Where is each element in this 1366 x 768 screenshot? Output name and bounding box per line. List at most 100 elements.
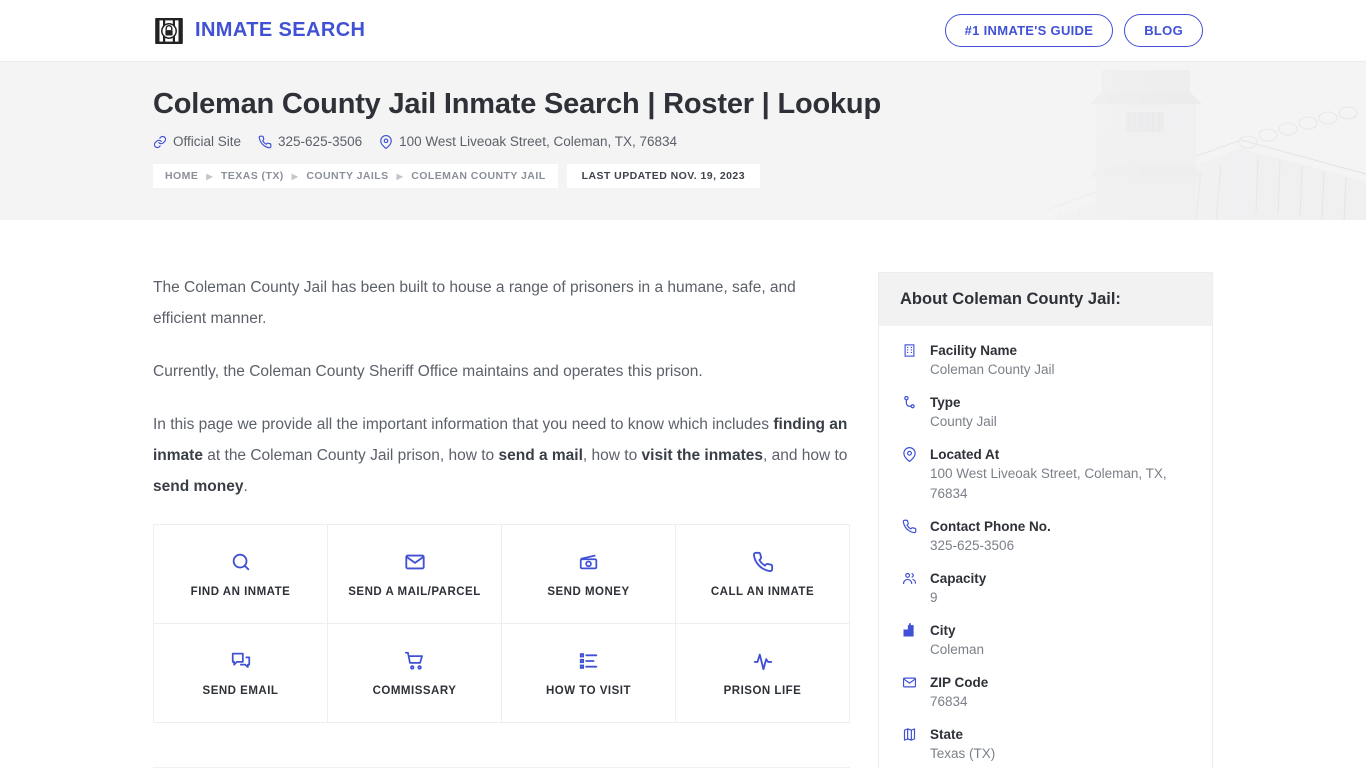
tile-label: SEND EMAIL [202, 684, 279, 697]
pulse-icon [752, 650, 774, 672]
item-label: Capacity [930, 571, 987, 586]
tile-label: HOW TO VISIT [545, 684, 631, 697]
about-facility-card: About Coleman County Jail: Facility Name… [878, 272, 1213, 768]
location-pin-icon [379, 134, 393, 149]
item-label: Facility Name [930, 343, 1018, 358]
item-label: Located At [930, 447, 1000, 462]
chevron-right-icon: ▶ [396, 171, 404, 181]
cart-icon [404, 650, 426, 672]
list-icon [578, 650, 600, 672]
paragraph-text: at the Coleman County Jail prison, how t… [202, 447, 499, 464]
blog-button[interactable]: BLOG [1124, 14, 1203, 47]
breadcrumb-item-coleman-county-jail[interactable]: COLEMAN COUNTY JAIL [411, 170, 545, 182]
city-icon [900, 621, 918, 638]
city-item: City Coleman [900, 621, 1191, 660]
send-a-mail-parcel-tile[interactable]: SEND A MAIL/PARCEL [328, 525, 502, 624]
breadcrumb-item-home[interactable]: HOME [165, 170, 198, 182]
chevron-right-icon: ▶ [206, 171, 213, 181]
chat-icon [230, 650, 252, 672]
paragraph-text: The Coleman County Jail has been built t… [153, 279, 796, 327]
send-money-tile[interactable]: SEND MONEY [502, 525, 676, 624]
address-meta: 100 West Liveoak Street, Coleman, TX, 76… [379, 134, 677, 149]
item-label: Type [930, 395, 961, 410]
paragraph-text: In this page we provide all the importan… [153, 416, 774, 433]
capacity-item: Capacity 9 [900, 569, 1191, 608]
tile-label: CALL AN INMATE [710, 585, 815, 598]
tile-label: COMMISSARY [372, 684, 457, 697]
branch-icon [900, 393, 918, 410]
bold-send-a-mail: send a mail [498, 447, 583, 464]
paragraph-text: . [243, 478, 248, 495]
brand-name: INMATE SEARCH [195, 19, 366, 41]
phone-icon [752, 551, 774, 573]
item-label: Contact Phone No. [930, 519, 1051, 534]
official-site-label: Official Site [173, 134, 242, 150]
last-updated-badge: LAST UPDATED NOV. 19, 2023 [566, 164, 760, 189]
phone-number: 325-625-3506 [278, 134, 363, 150]
item-value: 325-625-3506 [930, 538, 1015, 553]
official-site-meta[interactable]: Official Site [153, 134, 241, 149]
item-label: ZIP Code [930, 675, 989, 690]
item-value: Coleman [930, 642, 985, 657]
chevron-right-icon: ▶ [291, 171, 299, 181]
jail-bars-lock-icon [153, 15, 185, 47]
item-label: City [930, 623, 956, 638]
action-grid: FIND AN INMATE SEND A MAIL/PARCEL SEND M… [153, 524, 850, 723]
paragraph-text: Currently, the Coleman County Sheriff Of… [153, 363, 703, 380]
hero-meta: Official Site 325-625-3506 100 West Live… [153, 134, 1366, 149]
breadcrumb-row: HOME ▶ TEXAS (TX) ▶ COUNTY JAILS ▶ COLEM… [153, 164, 1366, 189]
tile-label: SEND MONEY [547, 585, 630, 598]
prison-life-tile[interactable]: PRISON LIFE [676, 624, 850, 723]
send-email-tile[interactable]: SEND EMAIL [154, 624, 328, 723]
about-card-list: Facility Name Coleman County Jail Type C… [879, 326, 1212, 768]
commissary-tile[interactable]: COMMISSARY [328, 624, 502, 723]
map-icon [900, 725, 918, 742]
link-icon [153, 135, 167, 149]
breadcrumb-item-texas[interactable]: TEXAS (TX) [221, 170, 284, 182]
site-header: INMATE SEARCH #1 INMATE'S GUIDE BLOG [0, 0, 1366, 61]
contact-phone-item: Contact Phone No. 325-625-3506 [900, 517, 1191, 556]
about-card-title: About Coleman County Jail: [879, 273, 1212, 326]
find-an-inmate-tile[interactable]: FIND AN INMATE [154, 525, 328, 624]
facility-name-item: Facility Name Coleman County Jail [900, 341, 1191, 380]
paragraph-text: , and how to [762, 447, 848, 464]
intro-paragraph-2: Currently, the Coleman County Sheriff Of… [153, 356, 850, 387]
phone-icon [258, 135, 272, 149]
people-icon [900, 569, 918, 586]
page-body: The Coleman County Jail has been built t… [0, 220, 1366, 768]
phone-icon [900, 517, 918, 534]
item-value: County Jail [930, 414, 997, 429]
item-value: 9 [930, 590, 938, 605]
paragraph-text: , how to [582, 447, 642, 464]
address-text: 100 West Liveoak Street, Coleman, TX, 76… [399, 134, 678, 150]
state-item: State Texas (TX) [900, 725, 1191, 764]
tile-label: FIND AN INMATE [190, 585, 291, 598]
breadcrumb-item-county-jails[interactable]: COUNTY JAILS [306, 170, 388, 182]
zip-code-item: ZIP Code 76834 [900, 673, 1191, 712]
sidebar-column: About Coleman County Jail: Facility Name… [878, 272, 1213, 768]
brand-logo-link[interactable]: INMATE SEARCH [153, 15, 365, 47]
main-column: The Coleman County Jail has been built t… [153, 272, 850, 768]
breadcrumb: HOME ▶ TEXAS (TX) ▶ COUNTY JAILS ▶ COLEM… [153, 164, 558, 189]
intro-paragraph-3: In this page we provide all the importan… [153, 409, 850, 502]
building-icon [900, 341, 918, 358]
bold-send-money: send money [153, 478, 244, 495]
item-value: Texas (TX) [930, 746, 996, 761]
phone-meta[interactable]: 325-625-3506 [258, 134, 362, 149]
inmates-guide-button[interactable]: #1 INMATE'S GUIDE [944, 14, 1114, 47]
tile-label: PRISON LIFE [723, 684, 802, 697]
header-actions: #1 INMATE'S GUIDE BLOG [944, 14, 1203, 47]
intro-paragraph-1: The Coleman County Jail has been built t… [153, 272, 850, 334]
item-value: 76834 [930, 694, 968, 709]
how-to-visit-tile[interactable]: HOW TO VISIT [502, 624, 676, 723]
search-icon [230, 551, 252, 573]
page-title: Coleman County Jail Inmate Search | Rost… [153, 88, 881, 120]
type-item: Type County Jail [900, 393, 1191, 432]
located-at-item: Located At 100 West Liveoak Street, Cole… [900, 445, 1191, 504]
banknote-icon [578, 551, 600, 573]
call-an-inmate-tile[interactable]: CALL AN INMATE [676, 525, 850, 624]
envelope-icon [404, 551, 426, 573]
tile-label: SEND A MAIL/PARCEL [348, 585, 481, 598]
item-value: 100 West Liveoak Street, Coleman, TX, 76… [930, 466, 1167, 501]
hero-section: Coleman County Jail Inmate Search | Rost… [0, 61, 1366, 220]
